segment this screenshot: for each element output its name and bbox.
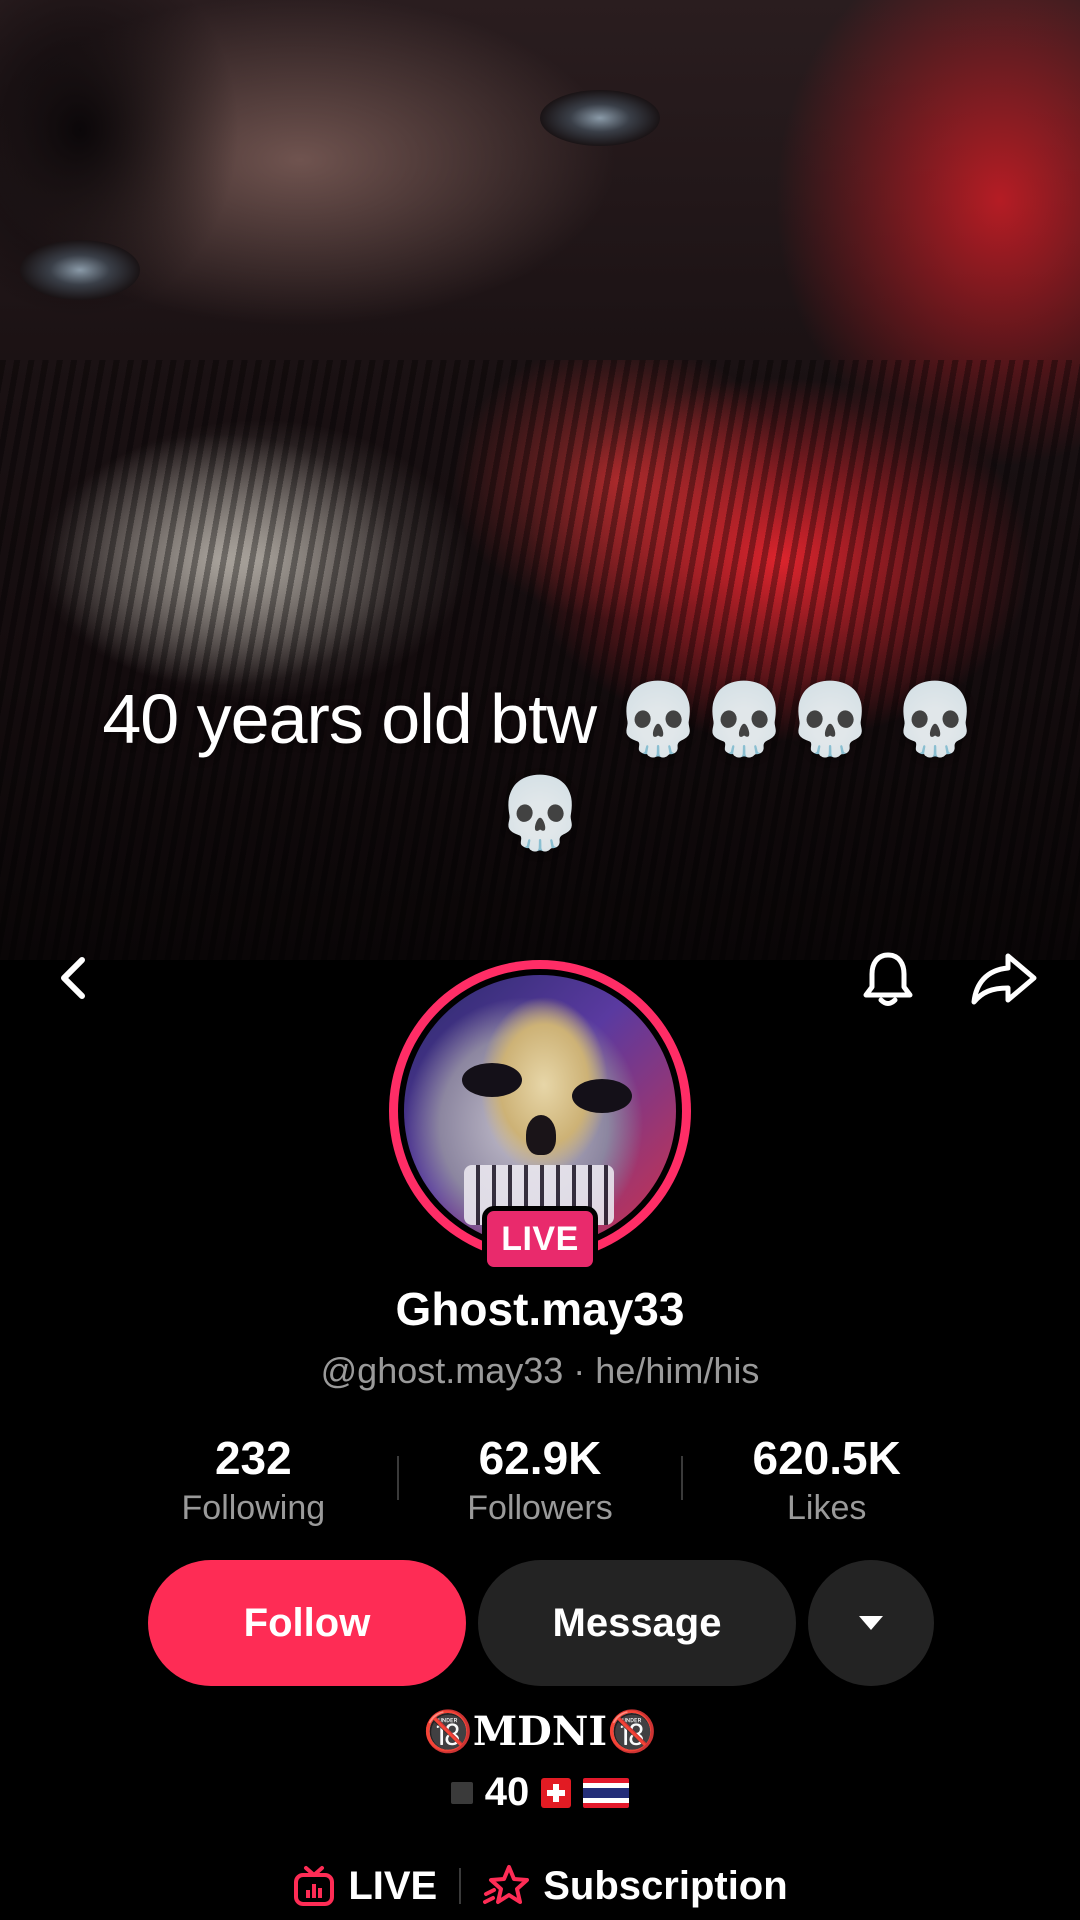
handle-separator: ·: [563, 1350, 596, 1391]
live-link[interactable]: LIVE: [292, 1864, 437, 1909]
links-divider: [459, 1868, 462, 1904]
stat-likes-value: 620.5K: [752, 1432, 901, 1484]
bio-age: 40: [484, 1770, 530, 1814]
stat-likes-label: Likes: [786, 1489, 867, 1527]
stat-following-value: 232: [214, 1432, 292, 1484]
black-square-icon: [450, 1781, 473, 1804]
notifications-button[interactable]: [848, 938, 928, 1018]
bio-line-1: 🔞MDNI🔞: [423, 1708, 657, 1755]
cover-photo: 40 years old btw 💀💀💀 💀💀: [0, 0, 1080, 960]
cover-eye-left: [20, 240, 140, 300]
live-badge[interactable]: LIVE: [482, 1206, 598, 1272]
stat-followers[interactable]: 62.9K Followers: [396, 1430, 684, 1540]
stats-row: 232 Following 62.9K Followers 620.5K Lik…: [110, 1430, 970, 1540]
stat-followers-label: Followers: [467, 1489, 613, 1527]
swiss-flag-icon: [541, 1777, 572, 1808]
profile-page: 40 years old btw 💀💀💀 💀💀 LIVE Ghost.may33…: [0, 0, 1080, 1920]
handle: @ghost.may33: [320, 1350, 564, 1391]
chevron-left-icon: [61, 957, 85, 999]
stat-following[interactable]: 232 Following: [110, 1430, 397, 1540]
handle-row: @ghost.may33 · he/him/his: [0, 1350, 1080, 1392]
stat-likes[interactable]: 620.5K Likes: [683, 1430, 970, 1540]
stat-followers-value: 62.9K: [478, 1432, 602, 1484]
more-options-button[interactable]: [808, 1560, 934, 1686]
avatar-skull-eye-right: [572, 1079, 632, 1113]
live-link-label: LIVE: [348, 1863, 438, 1908]
action-buttons: Follow Message: [148, 1560, 934, 1686]
avatar-skull-eye-left: [462, 1063, 522, 1097]
display-name: Ghost.may33: [395, 1283, 685, 1335]
message-button[interactable]: Message: [478, 1560, 796, 1686]
bio-line-2: 40: [0, 1770, 1080, 1815]
star-rocket-icon: [483, 1865, 530, 1904]
share-button[interactable]: [964, 938, 1044, 1018]
caret-down-icon: [859, 1616, 883, 1630]
cover-caption: 40 years old btw 💀💀💀 💀💀: [102, 680, 978, 852]
stat-following-label: Following: [181, 1489, 326, 1527]
tv-live-icon: [294, 1866, 335, 1906]
pronouns: he/him/his: [595, 1350, 760, 1391]
bell-icon: [863, 952, 913, 1006]
subscription-link-label: Subscription: [543, 1863, 788, 1908]
stat-divider: [396, 1456, 399, 1500]
follow-button[interactable]: Follow: [148, 1560, 466, 1686]
cover-eye-right: [540, 90, 660, 146]
avatar-skull-nose: [526, 1115, 556, 1155]
profile-links: LIVE Subscription: [0, 1852, 1080, 1920]
thai-flag-icon: [583, 1777, 630, 1808]
subscription-link[interactable]: Subscription: [483, 1863, 788, 1909]
cover-mask: [0, 360, 1080, 960]
back-button[interactable]: [34, 938, 114, 1018]
share-arrow-icon: [971, 953, 1037, 1005]
